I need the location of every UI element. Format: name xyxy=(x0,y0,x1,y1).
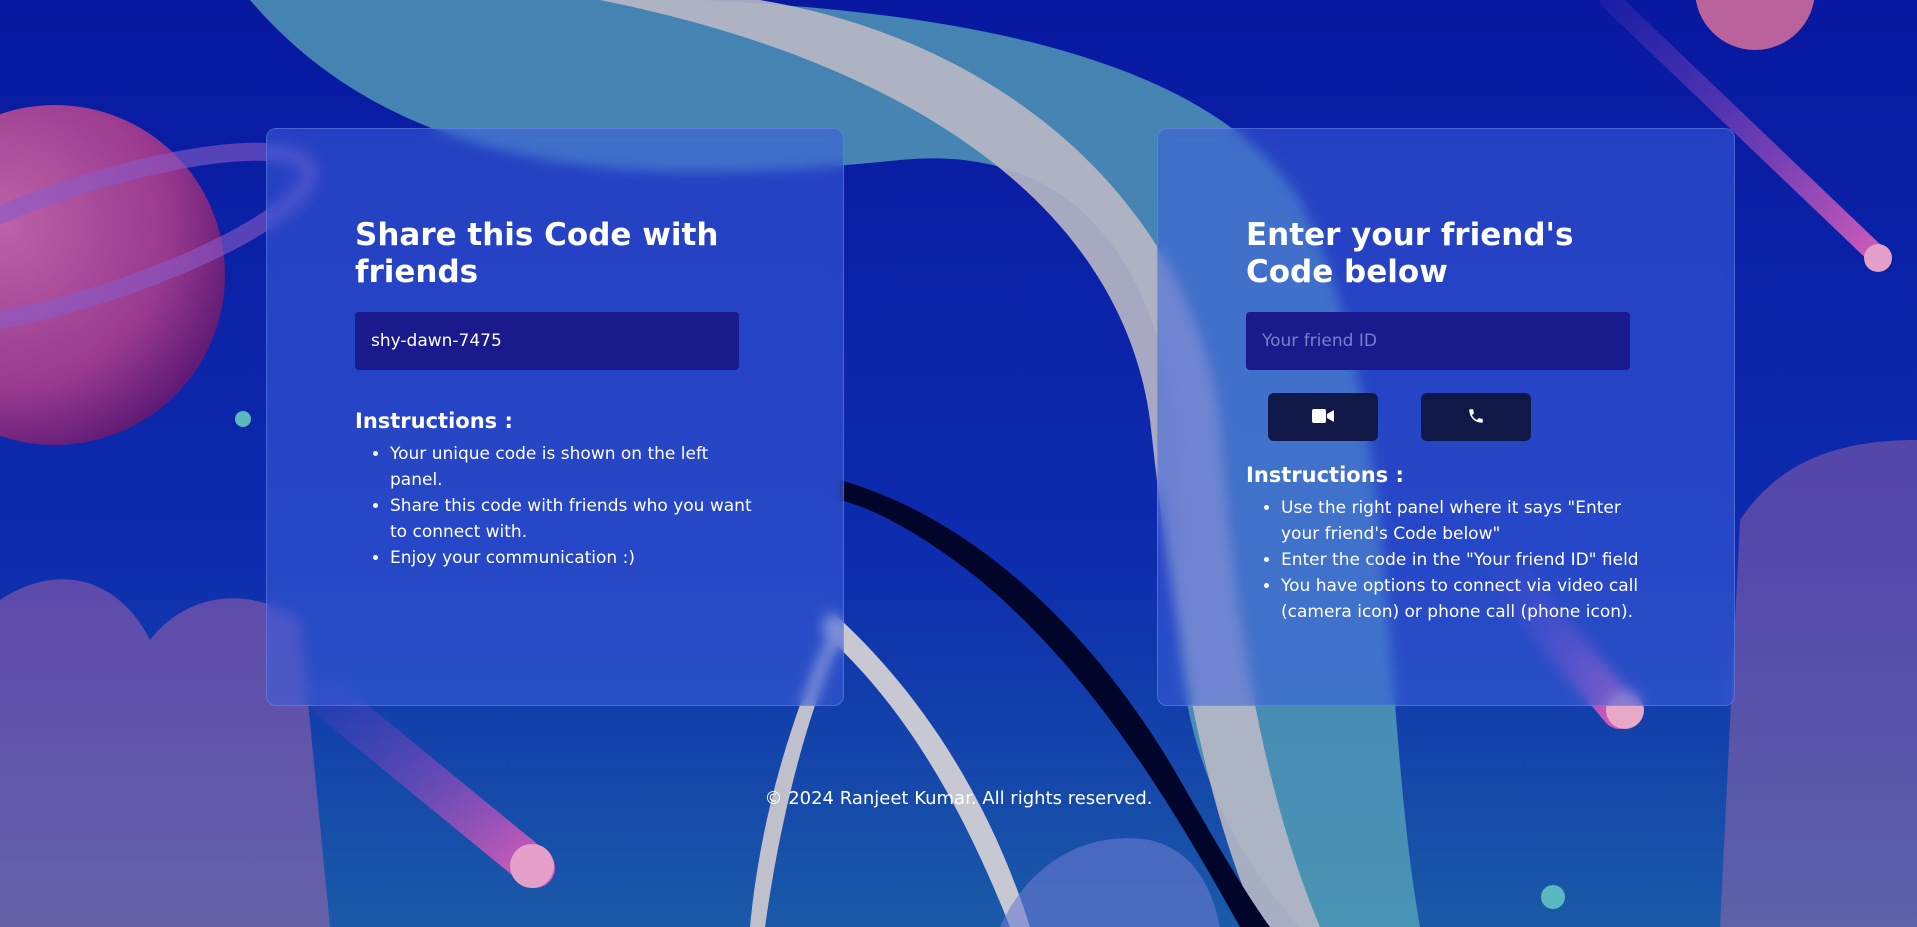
join-instructions-title: Instructions : xyxy=(1246,463,1404,487)
share-code-heading: Share this Code with friends xyxy=(355,217,719,290)
list-item: Share this code with friends who you wan… xyxy=(390,493,755,545)
footer-copyright: © 2024 Ranjeet Kumar. All rights reserve… xyxy=(764,788,1153,809)
list-item: Use the right panel where it says "Enter… xyxy=(1281,495,1646,547)
video-camera-icon xyxy=(1312,408,1334,426)
list-item: Enjoy your communication :) xyxy=(390,545,755,571)
share-instructions-list: Your unique code is shown on the left pa… xyxy=(355,441,755,571)
join-code-heading: Enter your friend's Code below xyxy=(1246,217,1574,290)
phone-call-button[interactable] xyxy=(1421,393,1531,441)
list-item: Your unique code is shown on the left pa… xyxy=(390,441,755,493)
share-code-content: Share this Code with friends shy-dawn-74… xyxy=(355,217,755,571)
my-code-value[interactable]: shy-dawn-7475 xyxy=(371,331,502,351)
video-call-button[interactable] xyxy=(1268,393,1378,441)
join-instructions-list: Use the right panel where it says "Enter… xyxy=(1246,495,1646,625)
friend-id-input[interactable] xyxy=(1246,312,1630,370)
share-code-panel: Share this Code with friends shy-dawn-74… xyxy=(266,128,844,706)
join-code-content: Enter your friend's Code below Ins xyxy=(1246,217,1646,625)
phone-icon xyxy=(1467,407,1485,428)
list-item: You have options to connect via video ca… xyxy=(1281,573,1646,625)
share-instructions-title: Instructions : xyxy=(355,409,513,433)
call-buttons xyxy=(1246,393,1646,441)
join-code-panel: Enter your friend's Code below Ins xyxy=(1157,128,1735,706)
my-code-display[interactable]: shy-dawn-7475 xyxy=(355,312,739,370)
list-item: Enter the code in the "Your friend ID" f… xyxy=(1281,547,1646,573)
